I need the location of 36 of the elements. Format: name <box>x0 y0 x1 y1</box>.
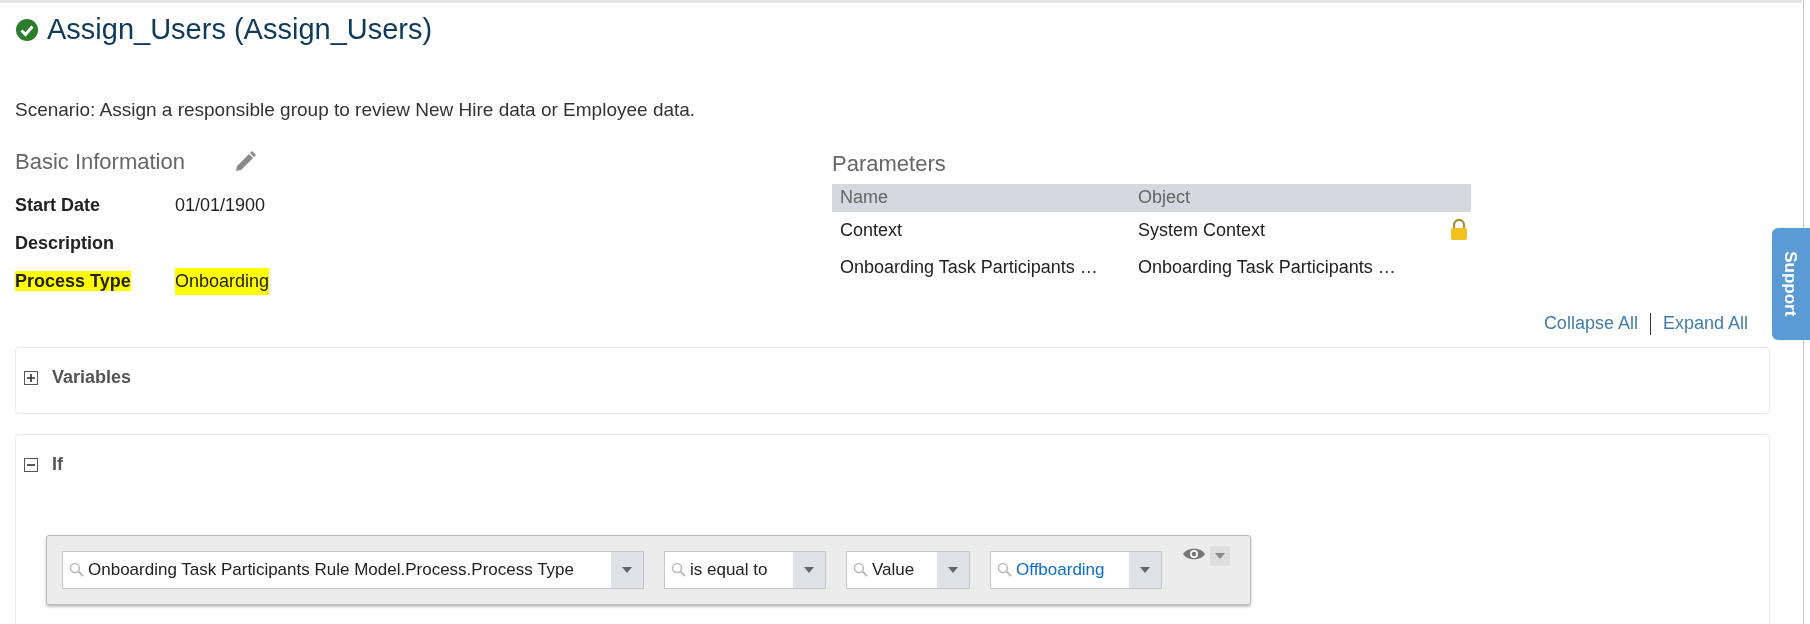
section-title: Variables <box>52 366 132 389</box>
caret-icon <box>622 566 632 573</box>
field-label: Start Date <box>15 195 101 215</box>
table-cell: System Context <box>1138 219 1266 240</box>
search-icon <box>69 562 84 577</box>
search-icon <box>853 562 868 577</box>
dropdown-button[interactable] <box>1210 545 1230 566</box>
combo-field[interactable]: is equal to <box>664 550 826 589</box>
section-heading: Basic Information <box>15 148 185 176</box>
column-header: Object <box>1137 186 1192 209</box>
field-label: Process Type <box>15 271 131 291</box>
table-cell: Onboarding Task Participants … <box>840 256 1098 277</box>
table-cell: Context <box>840 219 903 240</box>
combo-field[interactable]: Onboarding Task Participants Rule Model.Process.Process Type <box>62 550 644 589</box>
caret-icon <box>1215 552 1225 559</box>
combo-field[interactable]: Value <box>846 550 970 589</box>
expand-icon[interactable] <box>24 370 38 385</box>
field-value: 01/01/1900 <box>175 194 266 217</box>
field-label: Description <box>15 233 115 253</box>
caret-icon <box>1140 566 1150 573</box>
section-heading: Parameters <box>832 149 947 177</box>
combo-field[interactable]: Offboarding <box>990 550 1162 589</box>
table-cell: Onboarding Task Participants … <box>1138 256 1396 277</box>
search-icon <box>997 562 1012 577</box>
support-tab[interactable]: Support <box>1772 228 1810 340</box>
column-header: Name <box>839 186 889 209</box>
caret-icon <box>804 566 814 573</box>
section-title: If <box>52 453 63 476</box>
collapse-icon[interactable] <box>24 457 38 472</box>
caret-icon <box>948 566 958 573</box>
search-icon <box>671 562 686 577</box>
link[interactable]: Collapse All <box>1543 310 1638 337</box>
field-value: Onboarding <box>175 268 270 295</box>
scenario-text: Scenario: Assign a responsible group to review New Hire data or Employee data. <box>15 98 697 122</box>
link[interactable]: Expand All <box>1662 310 1748 337</box>
page-title: Assign_Users (Assign_Users) <box>47 12 433 48</box>
